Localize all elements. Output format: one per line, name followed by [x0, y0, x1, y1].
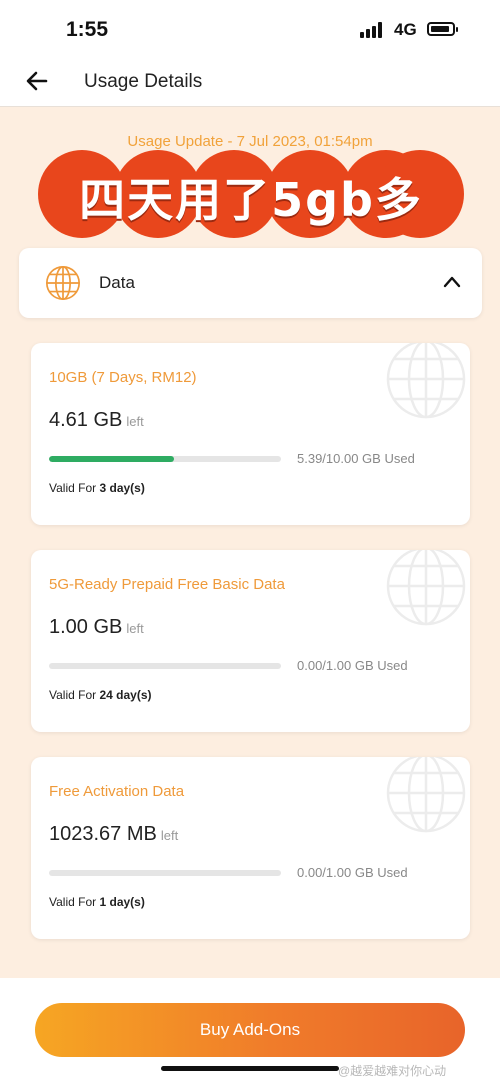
usage-progress-bar [49, 870, 281, 876]
plan-validity: Valid For 24 day(s) [49, 688, 152, 702]
data-section-toggle[interactable]: Data [19, 248, 482, 318]
usage-used-text: 5.39/10.00 GB Used [297, 451, 415, 466]
data-section-label: Data [99, 273, 135, 292]
globe-icon [386, 550, 466, 626]
network-type: 4G [394, 20, 417, 39]
plan-name: 10GB (7 Days, RM12) [49, 369, 197, 386]
page-title: Usage Details [84, 71, 203, 92]
home-indicator [161, 1066, 339, 1071]
buy-add-ons-button[interactable]: Buy Add-Ons [35, 1003, 465, 1057]
back-button[interactable] [22, 66, 52, 96]
watermark-text: @越爱越难对你心动 [338, 1064, 447, 1078]
usage-progress-bar [49, 456, 281, 462]
promo-text: 四天用了5gb多 [79, 173, 423, 227]
usage-used-text: 0.00/1.00 GB Used [297, 865, 408, 880]
plan-validity: Valid For 1 day(s) [49, 895, 145, 909]
plan-remaining: 1.00 GB left [49, 616, 144, 638]
globe-icon [45, 265, 81, 301]
usage-progress-bar [49, 663, 281, 669]
battery-icon [427, 22, 458, 36]
app-header: Usage Details [0, 56, 500, 107]
plan-remaining: 1023.67 MB left [49, 823, 179, 845]
plan-validity: Valid For 3 day(s) [49, 481, 145, 495]
chevron-up-icon [443, 276, 461, 288]
plan-name: Free Activation Data [49, 783, 185, 800]
plan-card: 5G-Ready Prepaid Free Basic Data 1.00 GB… [31, 550, 470, 732]
signal-icon [360, 22, 384, 38]
arrow-left-icon [26, 71, 48, 91]
plan-name: 5G-Ready Prepaid Free Basic Data [49, 576, 285, 593]
status-time: 1:55 [66, 18, 109, 41]
usage-update-text: Usage Update - 7 Jul 2023, 01:54pm [127, 133, 373, 150]
plan-remaining: 4.61 GB left [49, 409, 144, 431]
plan-card: Free Activation Data 1023.67 MB left 0.00… [31, 757, 470, 939]
globe-icon [386, 343, 466, 419]
promo-banner: 四天用了5gb多 [38, 150, 464, 238]
usage-used-text: 0.00/1.00 GB Used [297, 658, 408, 673]
plan-card: 10GB (7 Days, RM12) 4.61 GB left 5.39/10.… [31, 343, 470, 525]
globe-icon [386, 757, 466, 833]
status-bar: 1:55 4G [0, 0, 500, 56]
